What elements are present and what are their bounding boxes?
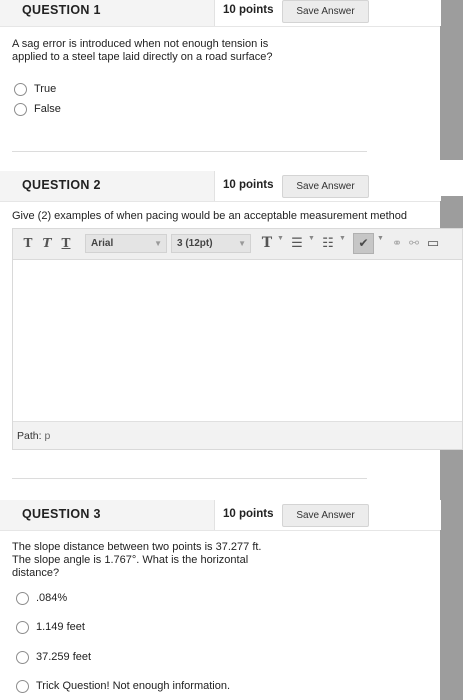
radio-button[interactable] <box>14 82 27 96</box>
chevron-down-icon[interactable]: ▼ <box>339 235 346 242</box>
bold-t-icon[interactable]: T <box>21 234 35 253</box>
scrollbar-strip[interactable] <box>440 0 463 160</box>
option-1[interactable]: .084% <box>16 590 67 606</box>
divider <box>12 151 367 152</box>
font-family-select[interactable]: Arial ▼ <box>85 234 167 253</box>
path-value: p <box>44 430 51 442</box>
option-label: Trick Question! Not enough information. <box>36 680 231 692</box>
question-text: The slope distance between two points is… <box>12 541 262 579</box>
divider <box>12 478 367 479</box>
question-2-header: QUESTION 2 10 points Save Answer <box>0 171 441 202</box>
save-answer-button[interactable]: Save Answer <box>282 0 369 23</box>
radio-button[interactable] <box>16 620 29 634</box>
option-label: .084% <box>36 592 68 604</box>
points-box: 10 points Save Answer <box>214 0 441 26</box>
preview-icon[interactable]: ▭ <box>424 234 442 253</box>
option-2[interactable]: 1.149 feet <box>16 619 85 635</box>
radio-button[interactable] <box>16 650 29 664</box>
option-label: True <box>34 83 57 95</box>
text-color-icon[interactable]: T <box>260 234 274 253</box>
editor-toolbar: T T T Arial ▼ 3 (12pt) ▼ T ▼ ☰ ▼ ☷ ▼ ✔ ▼… <box>13 229 462 260</box>
chevron-down-icon[interactable]: ▼ <box>308 235 315 242</box>
chevron-down-icon[interactable]: ▼ <box>277 235 284 242</box>
font-size-value: 3 (12pt) <box>177 238 213 249</box>
option-label: 1.149 feet <box>36 621 85 633</box>
font-family-value: Arial <box>91 238 114 249</box>
page: QUESTION 1 10 points Save Answer A sag e… <box>0 0 463 700</box>
chevron-down-icon[interactable]: ▼ <box>377 235 384 242</box>
path-label: Path: <box>17 430 42 442</box>
underline-t-icon[interactable]: T <box>59 234 73 253</box>
chevron-down-icon: ▼ <box>154 239 162 248</box>
option-false[interactable]: False <box>14 101 61 117</box>
option-4[interactable]: Trick Question! Not enough information. <box>16 678 230 694</box>
path-bar: Path: p <box>13 421 462 449</box>
option-3[interactable]: 37.259 feet <box>16 649 91 665</box>
save-answer-button[interactable]: Save Answer <box>282 175 369 198</box>
question-text: A sag error is introduced when not enoug… <box>12 38 273 63</box>
points-label: 10 points <box>223 179 274 191</box>
question-title: QUESTION 3 <box>22 507 101 521</box>
question-1-header: QUESTION 1 10 points Save Answer <box>0 0 441 27</box>
radio-button[interactable] <box>16 679 29 693</box>
option-true[interactable]: True <box>14 81 56 97</box>
numbered-list-icon[interactable]: ☷ <box>320 234 336 253</box>
italic-t-icon[interactable]: T <box>40 234 54 253</box>
rich-text-editor: T T T Arial ▼ 3 (12pt) ▼ T ▼ ☰ ▼ ☷ ▼ ✔ ▼… <box>12 228 463 450</box>
option-label: False <box>34 103 61 115</box>
question-text: Give (2) examples of when pacing would b… <box>12 210 408 222</box>
question-3-header: QUESTION 3 10 points Save Answer <box>0 500 441 531</box>
radio-button[interactable] <box>16 591 29 605</box>
points-box: 10 points Save Answer <box>214 171 441 201</box>
save-answer-button[interactable]: Save Answer <box>282 504 369 527</box>
points-label: 10 points <box>223 4 274 16</box>
question-title: QUESTION 2 <box>22 178 101 192</box>
option-label: 37.259 feet <box>36 651 92 663</box>
answer-text-area[interactable] <box>13 260 462 422</box>
points-label: 10 points <box>223 508 274 520</box>
font-size-select[interactable]: 3 (12pt) ▼ <box>171 234 251 253</box>
points-box: 10 points Save Answer <box>214 500 441 530</box>
bullet-list-icon[interactable]: ☰ <box>289 234 305 253</box>
link-icon[interactable]: ⚭ <box>390 234 404 253</box>
question-title: QUESTION 1 <box>22 3 101 17</box>
unlink-icon[interactable]: ⚯ <box>407 234 421 253</box>
radio-button[interactable] <box>14 102 27 116</box>
spellcheck-icon[interactable]: ✔ <box>353 233 374 254</box>
scrollbar-strip[interactable] <box>440 450 463 700</box>
chevron-down-icon: ▼ <box>238 239 246 248</box>
